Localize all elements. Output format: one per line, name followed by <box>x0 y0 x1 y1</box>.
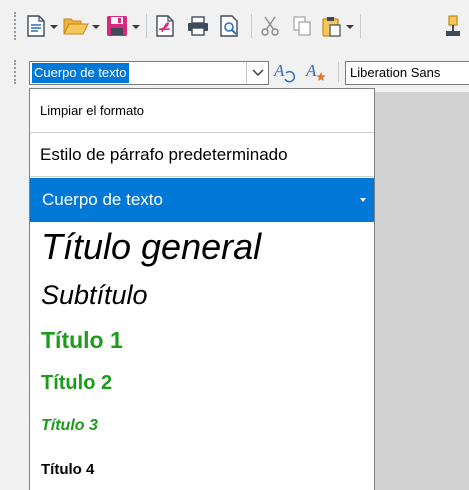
writer-window: A A Cuerpo de texto Liberation Sans Limp… <box>0 0 469 490</box>
paragraph-style-combo[interactable]: Cuerpo de texto <box>29 61 269 85</box>
style-item-body-text[interactable]: Cuerpo de texto <box>30 178 374 222</box>
style-item-default-paragraph[interactable]: Estilo de párrafo predeterminado <box>30 133 374 177</box>
paste-icon <box>322 15 342 37</box>
open-folder-icon <box>63 16 89 36</box>
new-document-button[interactable] <box>24 11 48 41</box>
open-button[interactable] <box>62 11 90 41</box>
toolbar-separator <box>338 62 339 82</box>
style-item-heading-3[interactable]: Título 3 <box>30 409 374 443</box>
style-item-heading-1[interactable]: Título 1 <box>30 321 374 359</box>
update-style-button[interactable]: A <box>272 57 296 87</box>
copy-icon <box>292 15 312 37</box>
export-pdf-button[interactable] <box>153 11 179 41</box>
update-style-icon: A <box>273 61 295 83</box>
toolbar-separator <box>146 14 147 38</box>
new-document-icon <box>27 15 45 37</box>
open-dropdown[interactable] <box>92 25 100 29</box>
new-style-icon: A <box>305 61 327 83</box>
style-item-menu-arrow-icon[interactable] <box>360 198 366 202</box>
style-item-heading-4[interactable]: Título 4 <box>30 453 374 487</box>
style-item-title[interactable]: Título general <box>30 223 374 271</box>
toolbar-grip[interactable] <box>14 60 18 84</box>
paragraph-style-dropdown-button[interactable] <box>246 62 268 84</box>
style-item-clear-formatting[interactable]: Limpiar el formato <box>30 89 374 133</box>
style-item-label: Cuerpo de texto <box>42 190 163 209</box>
svg-text:A: A <box>305 61 317 80</box>
left-ruler-strip <box>0 92 30 490</box>
clone-formatting-button[interactable] <box>440 11 466 41</box>
toolbar-separator <box>251 14 252 38</box>
svg-text:A: A <box>273 61 285 80</box>
toolbar-separator <box>360 14 361 38</box>
toolbar-grip[interactable] <box>14 12 18 40</box>
style-item-heading-2[interactable]: Título 2 <box>30 365 374 401</box>
cut-button[interactable] <box>257 11 283 41</box>
copy-button[interactable] <box>289 11 315 41</box>
save-icon <box>106 15 128 37</box>
paste-button[interactable] <box>319 11 345 41</box>
save-button[interactable] <box>104 11 130 41</box>
print-icon <box>187 15 209 37</box>
new-style-button[interactable]: A <box>304 57 328 87</box>
paragraph-style-input[interactable]: Cuerpo de texto <box>32 63 129 83</box>
paragraph-style-list: Limpiar el formato Estilo de párrafo pre… <box>29 88 375 490</box>
paste-dropdown[interactable] <box>346 25 354 29</box>
style-item-subtitle[interactable]: Subtítulo <box>30 275 374 315</box>
print-button[interactable] <box>185 11 211 41</box>
font-name-combo[interactable]: Liberation Sans <box>345 61 469 85</box>
save-dropdown[interactable] <box>132 25 140 29</box>
print-preview-button[interactable] <box>217 11 243 41</box>
clone-formatting-icon <box>443 15 463 37</box>
export-pdf-icon <box>156 15 176 37</box>
cut-icon <box>260 15 280 37</box>
standard-toolbar <box>0 0 469 52</box>
chevron-down-icon <box>251 64 264 82</box>
print-preview-icon <box>220 15 240 37</box>
new-document-dropdown[interactable] <box>50 25 58 29</box>
